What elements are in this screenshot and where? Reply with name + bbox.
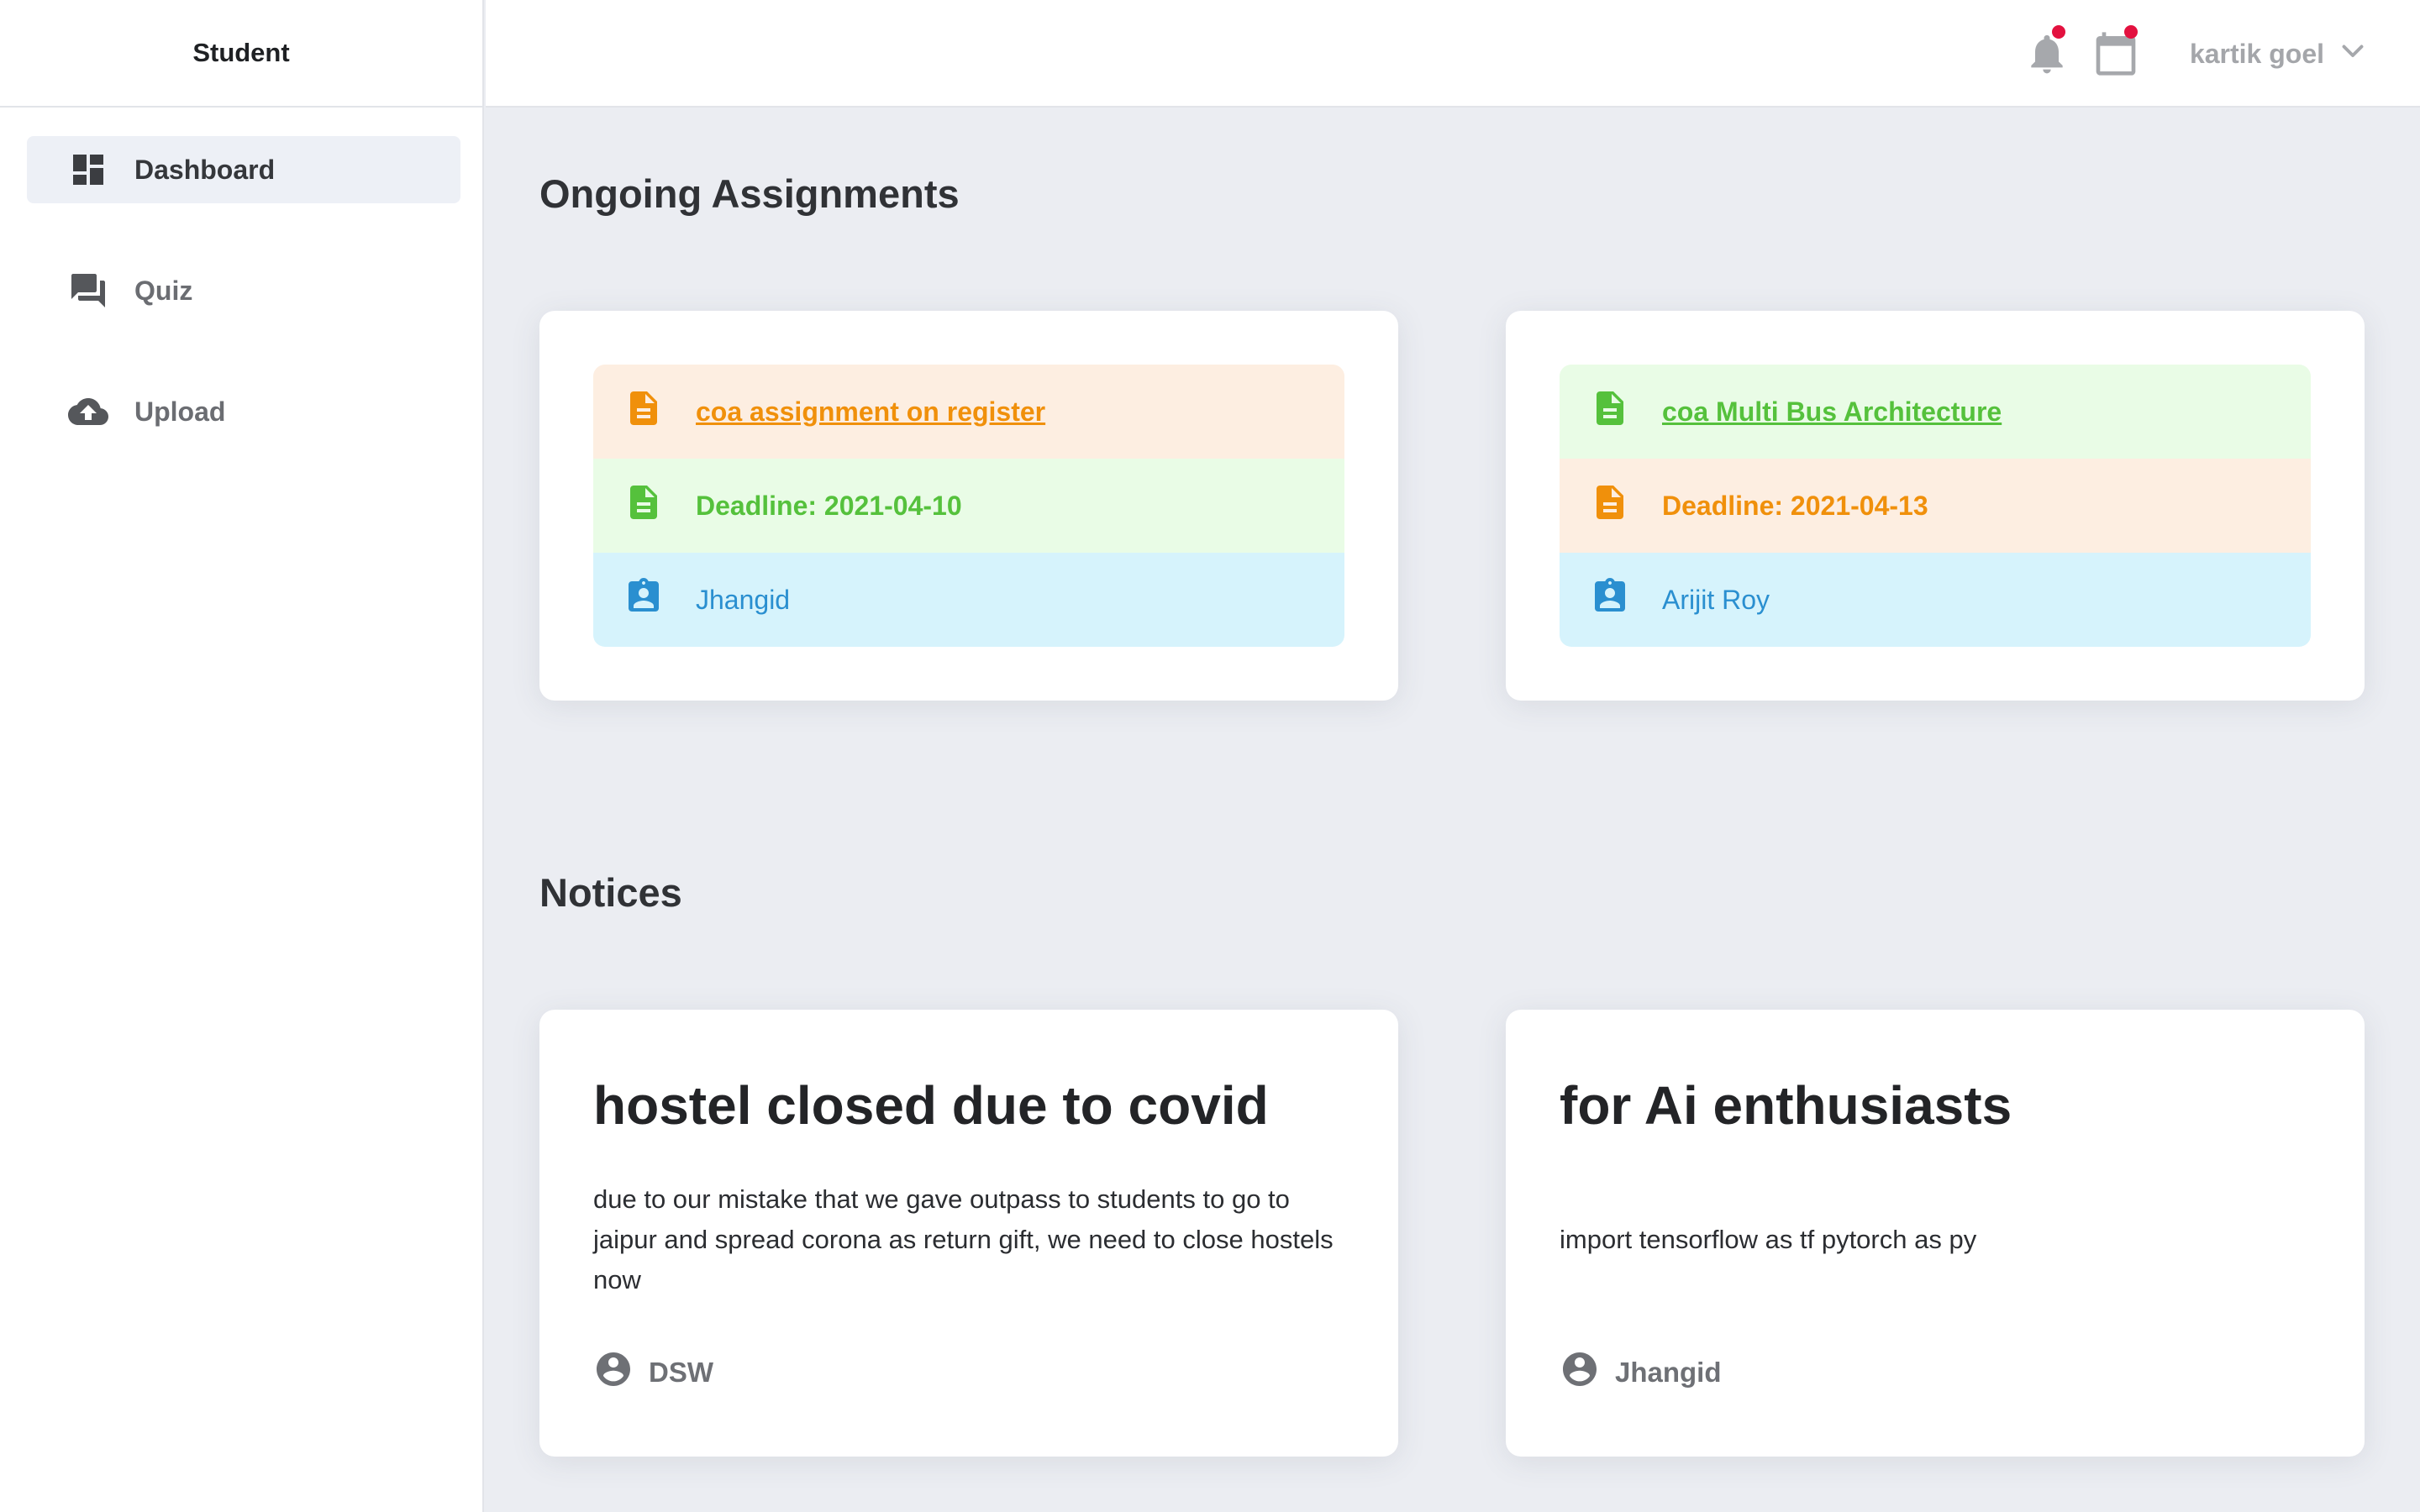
calendar-badge (2124, 25, 2138, 39)
notice-card: for Ai enthusiasts import tensorflow as … (1506, 1010, 2365, 1457)
notice-author: Jhangid (1560, 1349, 1722, 1396)
notice-body: due to our mistake that we gave outpass … (593, 1184, 1334, 1294)
contact-badge-icon (623, 576, 696, 623)
assignment-teacher-row: Arijit Roy (1560, 553, 2311, 647)
assignment-card: coa assignment on register Deadline: 202… (539, 311, 1398, 701)
calendar-button[interactable] (2092, 25, 2139, 77)
sidebar-item-label: Dashboard (134, 154, 276, 185)
assignment-deadline: Deadline: 2021-04-13 (1662, 490, 1928, 521)
assignments-title: Ongoing Assignments (539, 171, 960, 216)
account-circle-icon (1560, 1349, 1615, 1396)
assignment-teacher: Jhangid (696, 584, 791, 615)
notifications-button[interactable] (2023, 25, 2070, 77)
calendar-icon (2092, 32, 2139, 81)
assignment-teacher-row: Jhangid (593, 553, 1344, 647)
contact-badge-icon (1590, 576, 1662, 623)
document-icon (623, 482, 696, 529)
notices-title: Notices (539, 870, 682, 915)
notice-author-name: Jhangid (1615, 1357, 1722, 1388)
chevron-down-icon (2324, 35, 2368, 72)
notice-card: hostel closed due to covid due to our mi… (539, 1010, 1398, 1457)
cloud-upload-icon (67, 391, 109, 433)
user-menu[interactable]: kartik goel (2190, 0, 2368, 108)
sidebar-item-upload[interactable]: Upload (27, 378, 460, 445)
assignment-rows: coa Multi Bus Architecture Deadline: 202… (1560, 365, 2311, 647)
sidebar-item-label: Quiz (134, 275, 193, 306)
document-icon (623, 388, 696, 435)
forum-icon (67, 270, 109, 312)
notification-badge (2052, 25, 2065, 39)
assignment-name-row: coa assignment on register (593, 365, 1344, 459)
assignment-teacher: Arijit Roy (1662, 584, 1770, 615)
assignment-card: coa Multi Bus Architecture Deadline: 202… (1506, 311, 2365, 701)
assignment-deadline-row: Deadline: 2021-04-10 (593, 459, 1344, 553)
assignment-rows: coa assignment on register Deadline: 202… (593, 365, 1344, 647)
sidebar-item-dashboard[interactable]: Dashboard (27, 136, 460, 203)
bell-icon (2023, 34, 2070, 81)
dashboard-icon (67, 149, 109, 191)
assignment-link[interactable]: coa assignment on register (696, 396, 1045, 428)
notice-title: hostel closed due to covid (593, 1075, 1269, 1136)
assignment-deadline: Deadline: 2021-04-10 (696, 490, 962, 521)
sidebar-nav: Dashboard Quiz Upload (0, 108, 482, 445)
user-name: kartik goel (2189, 38, 2324, 69)
sidebar: Student Dashboard Quiz Upload (0, 0, 484, 1512)
assignment-name-row: coa Multi Bus Architecture (1560, 365, 2311, 459)
document-icon (1590, 388, 1662, 435)
account-circle-icon (593, 1349, 649, 1396)
document-icon (1590, 482, 1662, 529)
assignment-link[interactable]: coa Multi Bus Architecture (1662, 396, 2002, 428)
top-bar: kartik goel (486, 0, 2420, 108)
brand-title: Student (0, 0, 482, 108)
assignment-deadline-row: Deadline: 2021-04-13 (1560, 459, 2311, 553)
notice-author: DSW (593, 1349, 713, 1396)
sidebar-item-quiz[interactable]: Quiz (27, 257, 460, 324)
notice-title: for Ai enthusiasts (1560, 1075, 2012, 1136)
notice-author-name: DSW (649, 1357, 713, 1388)
sidebar-item-label: Upload (134, 396, 226, 427)
notice-body: import tensorflow as tf pytorch as py (1560, 1225, 1977, 1254)
